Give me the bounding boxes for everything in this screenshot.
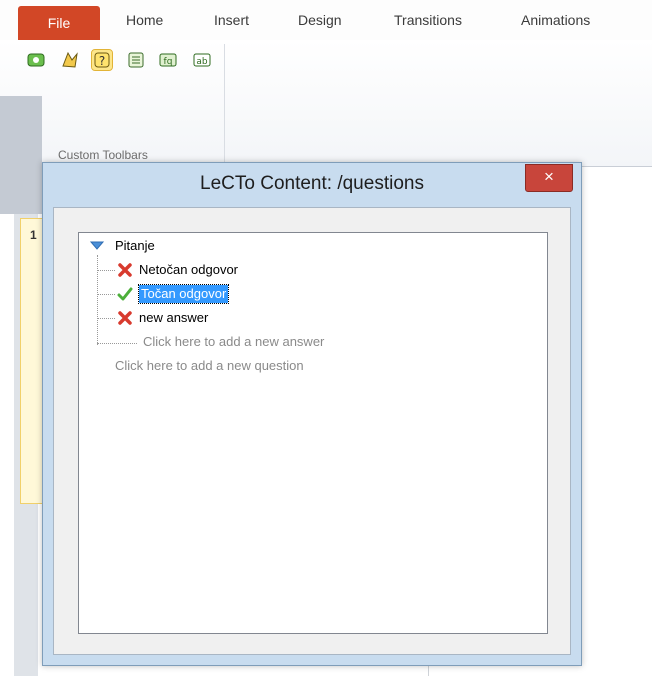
tree-connector	[97, 294, 115, 295]
close-button[interactable]: ×	[525, 164, 573, 192]
tab-animations[interactable]: Animations	[521, 12, 590, 28]
ribbon-group-separator	[224, 44, 225, 164]
wrong-answer-icon	[117, 310, 133, 326]
tree-connector	[97, 318, 115, 319]
add-question-hint[interactable]: Click here to add a new question	[115, 357, 304, 375]
tab-insert[interactable]: Insert	[214, 12, 249, 28]
answer-node[interactable]: new answer	[139, 309, 208, 327]
question-tree[interactable]: Pitanje Netočan odgovor Točan odgovor ne…	[78, 232, 548, 634]
tree-connector	[97, 255, 98, 345]
tree-connector	[97, 270, 115, 271]
tab-transitions[interactable]: Transitions	[394, 12, 462, 28]
svg-text:fq: fq	[164, 57, 173, 67]
toolbar-icon-1[interactable]	[26, 50, 46, 70]
svg-text:?: ?	[99, 54, 105, 68]
dialog-client-area: Pitanje Netočan odgovor Točan odgovor ne…	[53, 207, 571, 655]
lecto-content-dialog: LeCTo Content: /questions × Pitanje Neto…	[42, 162, 582, 666]
answer-node[interactable]: Netočan odgovor	[139, 261, 238, 279]
ribbon-tab-bar: File Home Insert Design Transitions Anim…	[0, 0, 652, 41]
ribbon-group-label: Custom Toolbars	[58, 148, 148, 162]
slide-thumbnail[interactable]	[20, 218, 43, 504]
slide-number: 1	[30, 228, 37, 242]
toolbar-icon-5[interactable]: fq	[158, 50, 178, 70]
tab-design[interactable]: Design	[298, 12, 342, 28]
toolbar-icon-6[interactable]: ab	[192, 50, 212, 70]
correct-answer-icon	[117, 286, 133, 302]
toolbar-icon-2[interactable]	[60, 50, 80, 70]
list-icon[interactable]	[126, 50, 146, 70]
question-node[interactable]: Pitanje	[115, 237, 155, 255]
expand-triangle-icon[interactable]	[89, 238, 105, 254]
background-panel	[0, 96, 42, 214]
tab-file[interactable]: File	[18, 6, 100, 40]
dialog-title: LeCTo Content: /questions	[200, 173, 424, 194]
tab-home[interactable]: Home	[126, 12, 163, 28]
answer-node-selected[interactable]: Točan odgovor	[137, 284, 230, 304]
wrong-answer-icon	[117, 262, 133, 278]
svg-text:ab: ab	[196, 57, 208, 67]
tree-connector	[97, 343, 137, 344]
add-answer-hint[interactable]: Click here to add a new answer	[143, 333, 324, 351]
help-icon[interactable]: ?	[91, 49, 113, 71]
